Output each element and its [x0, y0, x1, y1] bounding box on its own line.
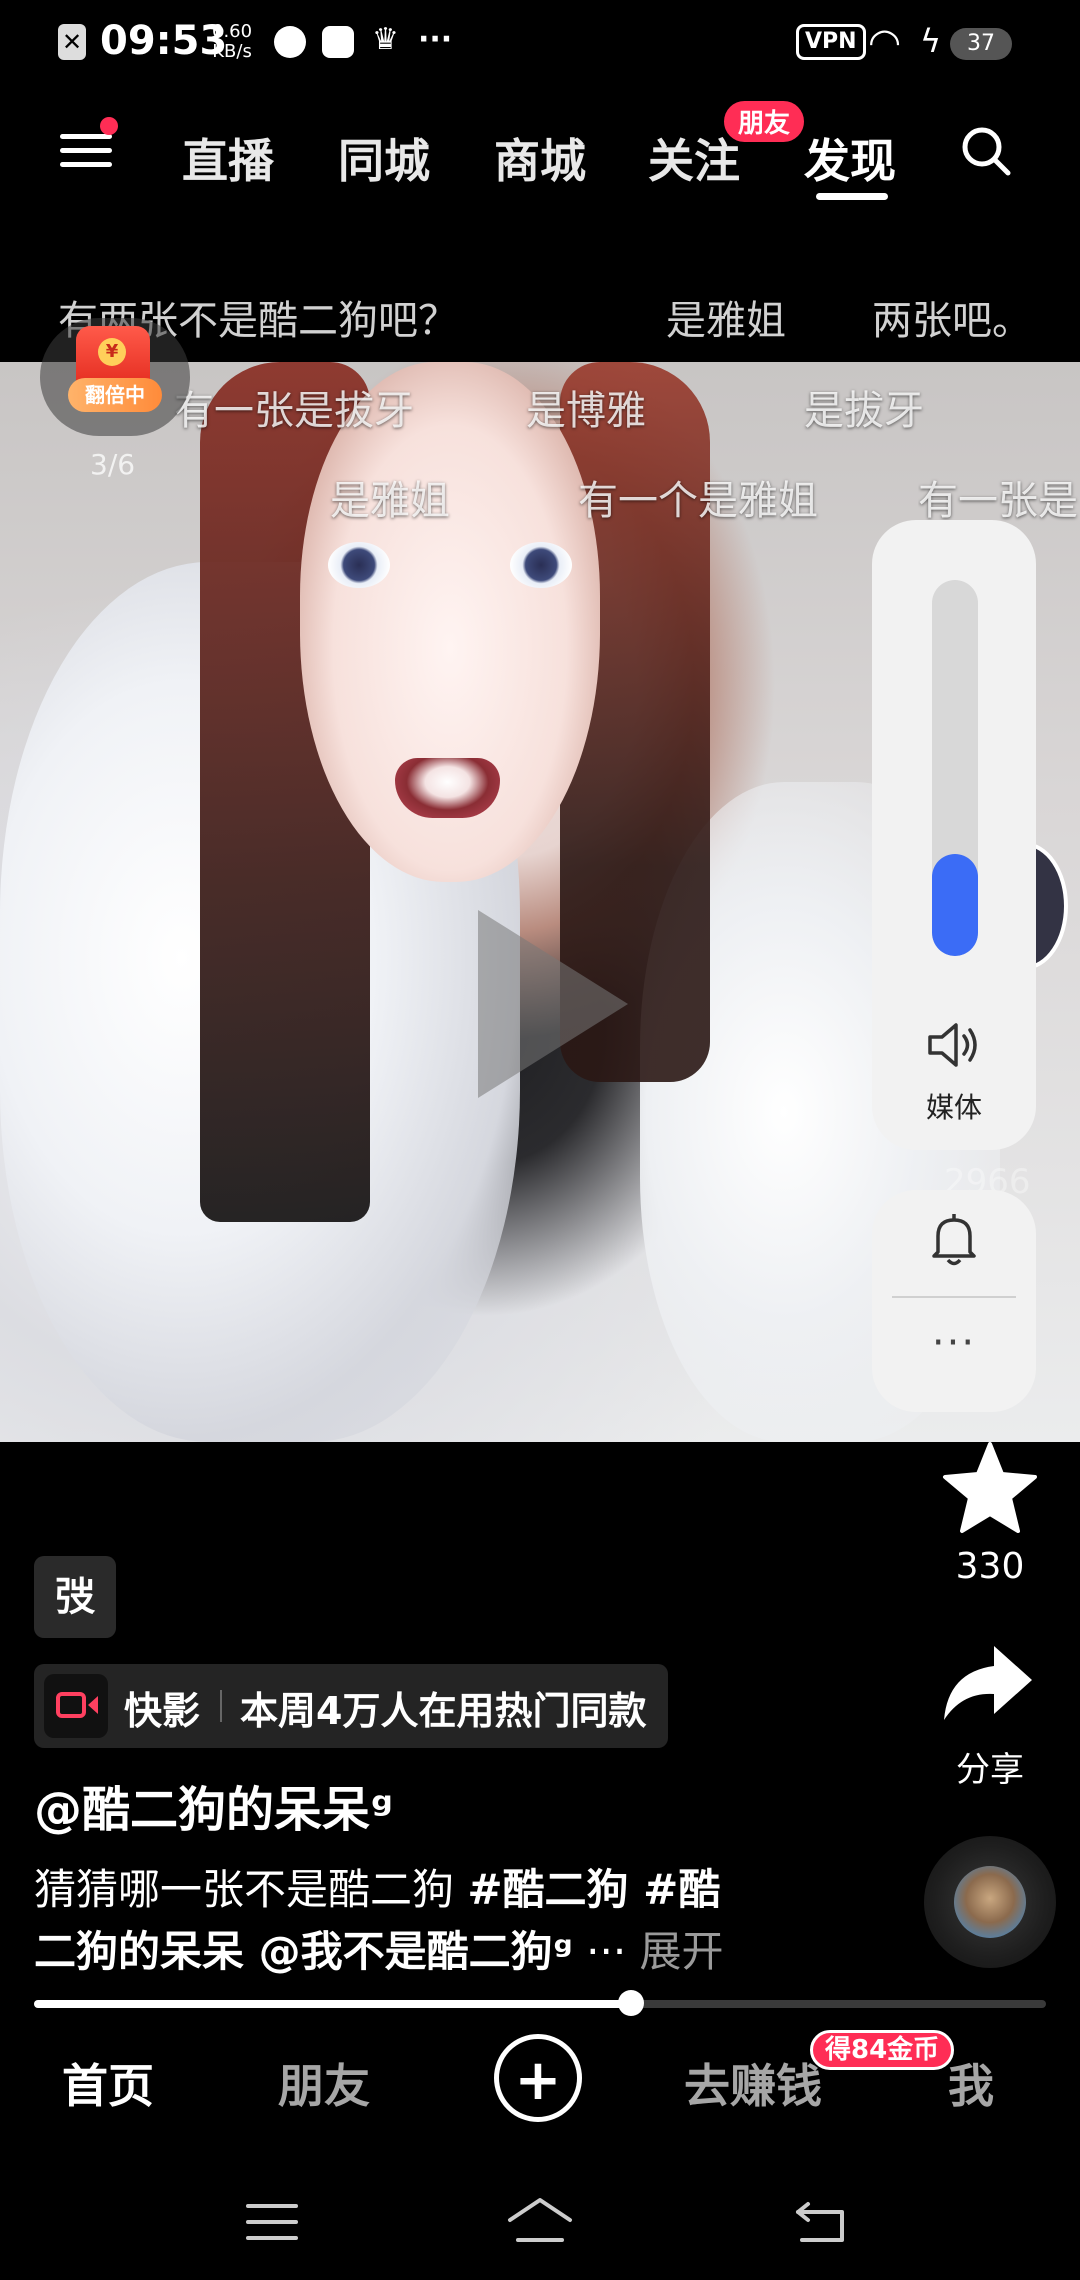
more-status-icon: ···: [418, 22, 453, 57]
volume-panel: 媒体: [872, 520, 1036, 1150]
coin-icon: ¥: [98, 338, 126, 366]
video-progress-bar[interactable]: [34, 1990, 1046, 2016]
active-tab-indicator: [816, 193, 888, 200]
more-options-icon[interactable]: ···: [872, 1320, 1036, 1366]
tab-me[interactable]: 我: [948, 2050, 994, 2116]
recent-apps-icon[interactable]: [244, 2190, 300, 2254]
favorite-count: 330: [955, 1546, 1025, 1587]
bell-icon[interactable]: [928, 1210, 980, 1270]
video-frame-eye-right: [510, 542, 572, 588]
top-nav: 直播 同城 商城 关注 朋友 发现: [0, 101, 1080, 205]
friend-badge: 朋友: [724, 101, 805, 142]
speedometer-icon: [274, 26, 306, 58]
danmaku-comment: 是雅姐: [666, 298, 786, 344]
home-icon[interactable]: [504, 2190, 576, 2254]
volume-level: [932, 854, 978, 956]
clock: 09:53: [100, 18, 228, 64]
expand-button[interactable]: 展开: [640, 1927, 724, 1976]
battery-indicator: 37: [950, 28, 1012, 60]
create-plus-button[interactable]: +: [494, 2034, 582, 2122]
share-icon[interactable]: [940, 1642, 1036, 1724]
charging-icon: ϟ: [920, 22, 942, 60]
danmaku-comment: 有一张是: [918, 478, 1078, 524]
tag-chip[interactable]: 弢: [34, 1556, 116, 1638]
volume-stream-label: 媒体: [925, 1091, 982, 1124]
danmaku-comment: 有一个是雅姐: [578, 478, 818, 524]
music-disc[interactable]: [924, 1836, 1056, 1968]
author-name[interactable]: @酷二狗的呆呆ᵍ: [34, 1770, 393, 1840]
danmaku-comment: 有一张是拔牙: [174, 388, 414, 434]
network-speed: 0.60 KB/s: [212, 21, 253, 62]
red-packet-count: 3/6: [90, 448, 136, 481]
danmaku-comment: 是拔牙: [804, 388, 924, 434]
music-cover-art: [954, 1866, 1026, 1938]
notification-dot: [100, 117, 118, 135]
tab-discover[interactable]: 发现: [804, 125, 896, 191]
tab-local[interactable]: 同城: [338, 125, 430, 191]
divider: [892, 1296, 1016, 1298]
tab-friends[interactable]: 朋友: [278, 2050, 370, 2116]
coin-badge: 得84金币: [810, 2030, 955, 2070]
hashtag-link-cont[interactable]: 二狗的呆呆: [34, 1927, 244, 1976]
progress-fill: [34, 2000, 632, 2008]
media-icon: [322, 26, 354, 58]
vpn-badge: VPN: [796, 24, 866, 60]
favorite-star-icon[interactable]: [940, 1440, 1040, 1536]
speaker-icon[interactable]: [924, 1020, 984, 1070]
tab-home[interactable]: 首页: [62, 2050, 154, 2116]
video-description-line1: 猜猜哪一张不是酷二狗 #酷二狗 #酷: [34, 1865, 721, 1914]
tab-live[interactable]: 直播: [182, 125, 274, 191]
video-frame-eye-left: [328, 542, 390, 588]
tab-following[interactable]: 关注: [648, 125, 740, 191]
tab-mall[interactable]: 商城: [494, 125, 586, 191]
danmaku-comment: 两张吧。: [872, 298, 1032, 344]
divider: [220, 1690, 222, 1722]
tab-earn[interactable]: 去赚钱: [684, 2050, 822, 2116]
notification-volume-panel: ···: [872, 1190, 1036, 1412]
video-description-line2: 二狗的呆呆 @我不是酷二狗ᵍ ··· 展开: [34, 1927, 724, 1976]
kuaiying-name: 快影: [124, 1689, 201, 1733]
screenshot-off-icon: ✕: [58, 24, 86, 60]
status-bar: ✕ 09:53 0.60 KB/s ♛ ··· VPN ◠ ϟ 37: [0, 0, 1080, 90]
search-icon[interactable]: [960, 125, 1012, 177]
danmaku-comment: 是博雅: [526, 388, 646, 434]
mention-link[interactable]: @我不是酷二狗ᵍ: [244, 1927, 573, 1976]
kuaiying-logo-icon: [44, 1674, 108, 1738]
back-icon[interactable]: [792, 2190, 852, 2254]
red-packet-label: 翻倍中: [68, 378, 162, 412]
crown-icon: ♛: [372, 22, 399, 57]
video-frame-mouth: [395, 758, 500, 818]
progress-handle[interactable]: [618, 1990, 645, 2016]
volume-slider[interactable]: [932, 580, 978, 956]
share-label[interactable]: 分享: [900, 1742, 1080, 1791]
kuaiying-desc: 本周4万人在用热门同款: [240, 1689, 647, 1733]
wifi-icon: ◠: [868, 20, 902, 64]
red-packet-widget[interactable]: ¥ 翻倍中: [40, 318, 190, 436]
kuaiying-promo[interactable]: 快影 本周4万人在用热门同款: [34, 1664, 668, 1748]
danmaku-comment: 是雅姐: [330, 478, 450, 524]
hashtag-link[interactable]: #酷二狗: [467, 1865, 628, 1914]
hashtag-link[interactable]: #酷: [629, 1865, 720, 1914]
play-icon[interactable]: [478, 910, 628, 1098]
